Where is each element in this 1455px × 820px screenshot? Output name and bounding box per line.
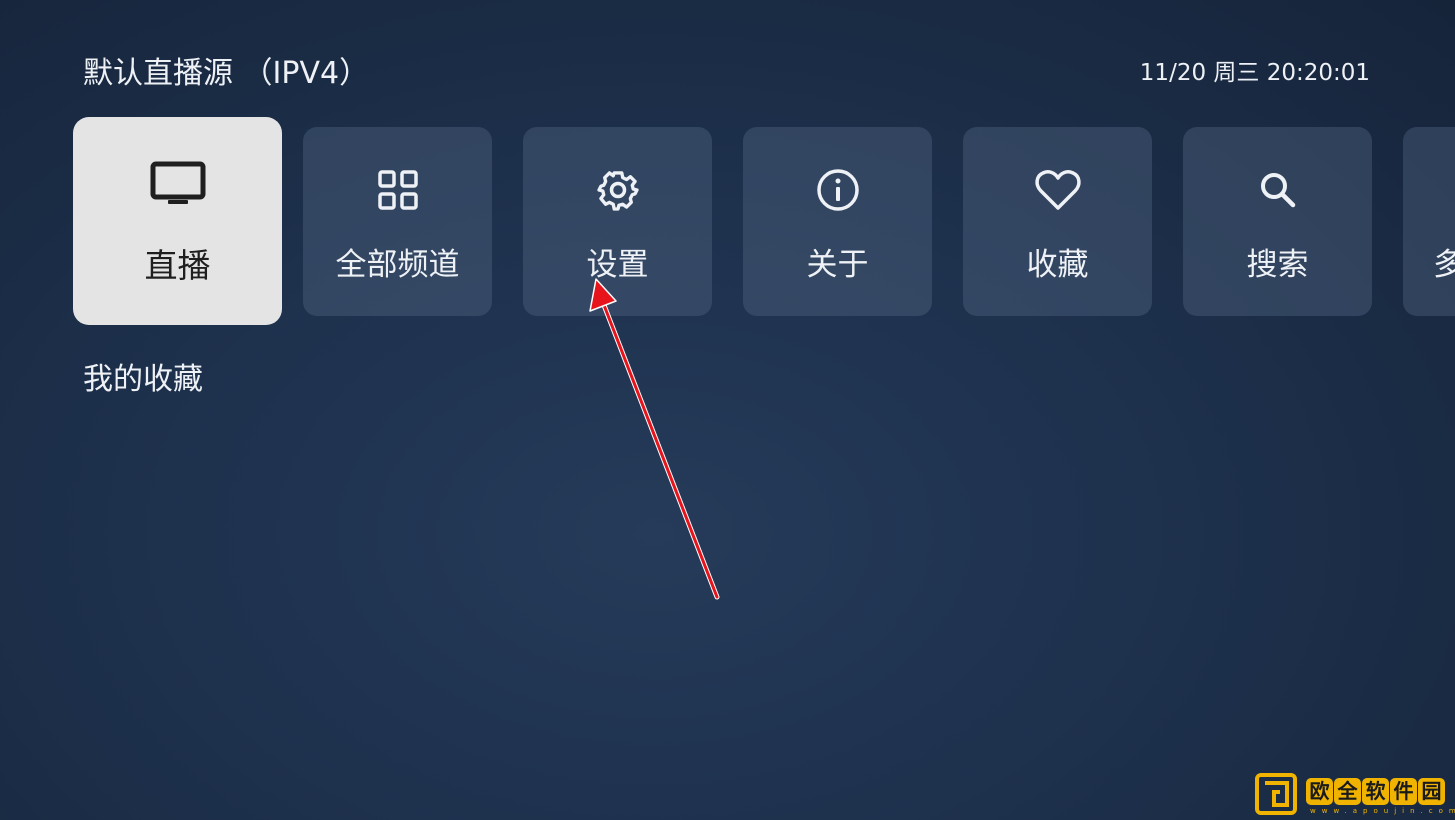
gear-icon — [523, 167, 712, 213]
main-menu: 直播 全部频道 设置 关于 收藏 搜索 多 — [0, 0, 1455, 340]
watermark-char: 件 — [1390, 778, 1417, 805]
watermark-char: 软 — [1362, 778, 1389, 805]
menu-item-search[interactable]: 搜索 — [1183, 127, 1372, 316]
menu-item-more[interactable]: 多 — [1403, 127, 1455, 316]
watermark-char: 园 — [1418, 778, 1445, 805]
menu-item-favorites[interactable]: 收藏 — [963, 127, 1152, 316]
heart-icon — [963, 167, 1152, 213]
menu-item-label: 搜索 — [1246, 247, 1309, 283]
search-icon — [1183, 167, 1372, 213]
watermark-logo: 欧 全 软 件 园 www.apoujin.com — [1254, 772, 1455, 816]
menu-item-live[interactable]: 直播 — [73, 117, 282, 325]
menu-item-settings[interactable]: 设置 — [523, 127, 712, 316]
menu-item-label: 收藏 — [1026, 247, 1089, 283]
menu-item-label: 设置 — [586, 247, 649, 283]
tv-icon — [73, 161, 282, 207]
watermark-char: 欧 — [1306, 778, 1333, 805]
menu-item-all-channels[interactable]: 全部频道 — [303, 127, 492, 316]
info-icon — [743, 167, 932, 213]
watermark-url: www.apoujin.com — [1310, 807, 1455, 815]
menu-item-label: 直播 — [144, 246, 211, 285]
menu-item-label: 关于 — [806, 247, 869, 283]
watermark-char: 全 — [1334, 778, 1361, 805]
watermark-emblem-icon — [1255, 773, 1297, 815]
menu-item-about[interactable]: 关于 — [743, 127, 932, 316]
favorites-section-title: 我的收藏 — [83, 362, 203, 397]
grid-icon — [303, 167, 492, 213]
menu-item-label: 全部频道 — [335, 247, 460, 283]
watermark-text: 欧 全 软 件 园 — [1306, 778, 1445, 805]
menu-item-label: 多 — [1433, 247, 1455, 283]
